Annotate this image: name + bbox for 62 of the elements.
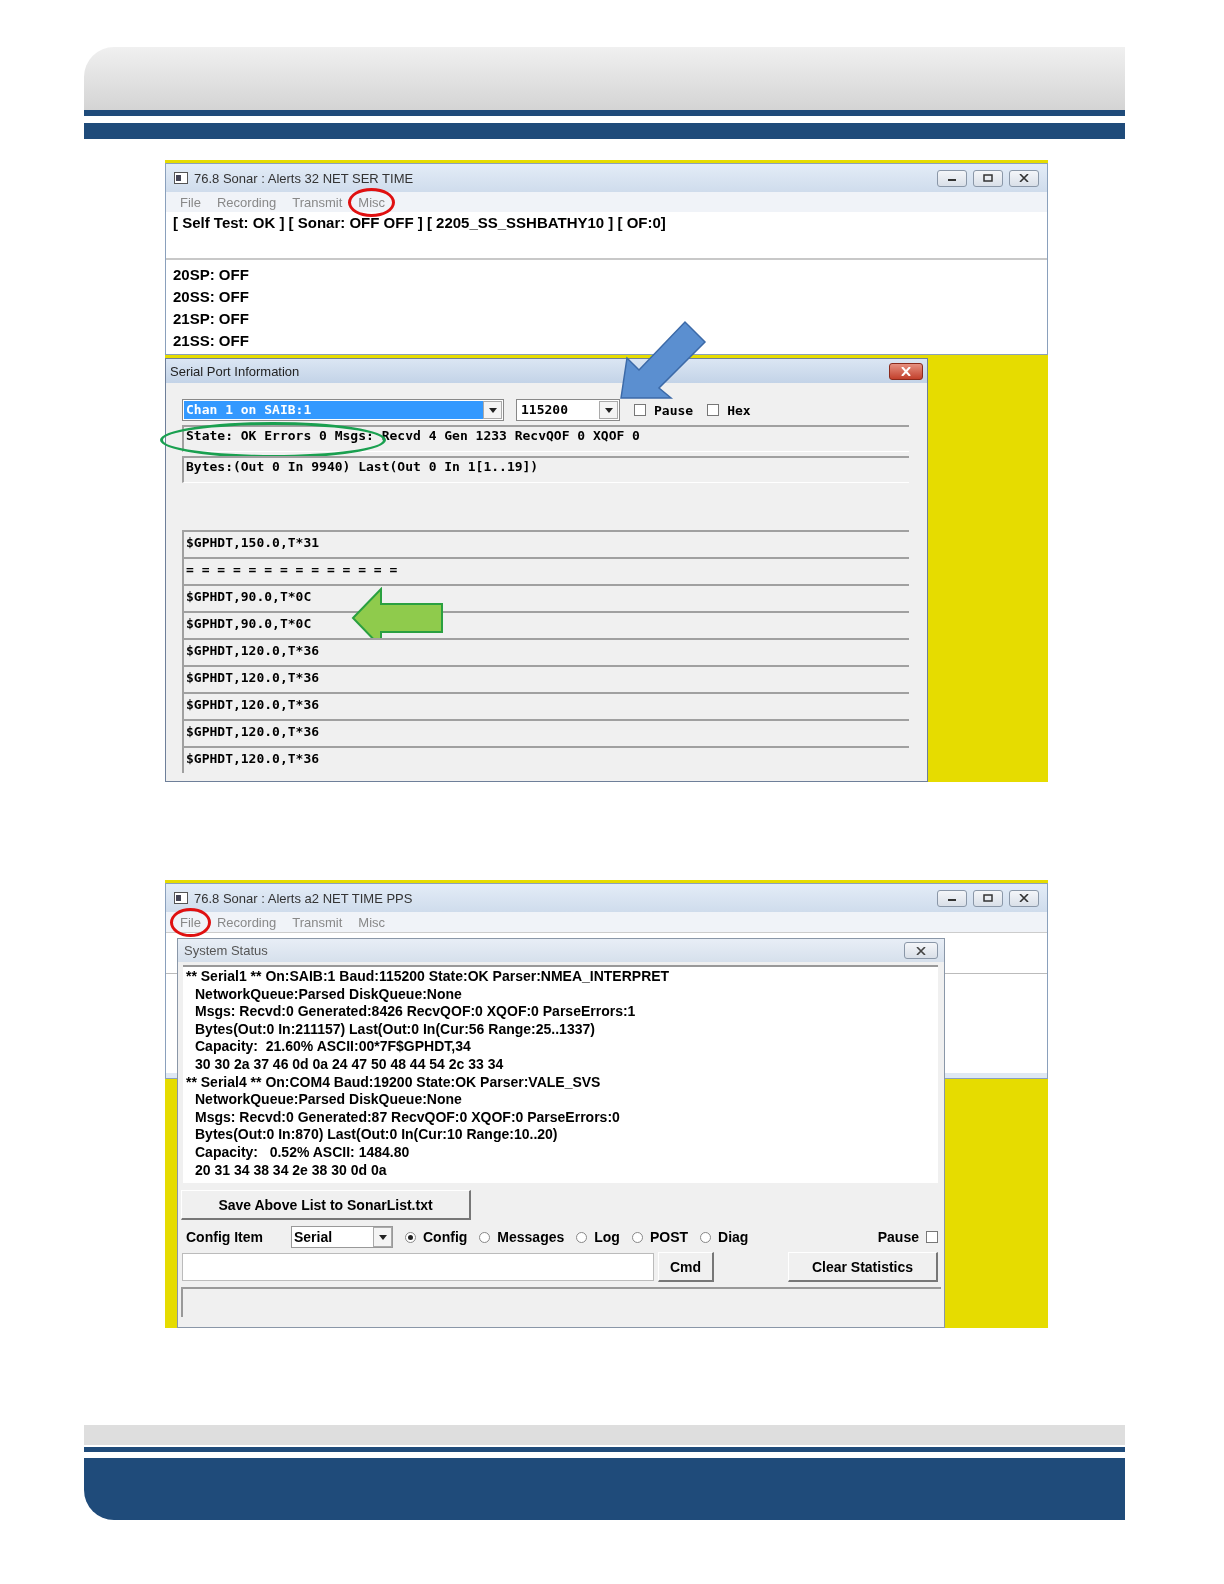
clear-button[interactable]: Clear Statistics xyxy=(788,1252,938,1282)
close-icon xyxy=(1019,174,1029,182)
config-dropdown[interactable]: Serial xyxy=(291,1226,393,1248)
close-button[interactable] xyxy=(889,362,923,380)
baud-dropdown[interactable]: 115200 xyxy=(516,399,620,421)
radio-button[interactable] xyxy=(479,1231,491,1243)
radio-option[interactable]: Messages xyxy=(479,1229,565,1245)
radio-option[interactable]: Config xyxy=(405,1229,468,1245)
dialog-title: System Status xyxy=(184,943,268,958)
message-text: $GPHDT,120.0,T*36 xyxy=(186,724,320,739)
radio-option[interactable]: POST xyxy=(631,1229,689,1245)
checkbox[interactable] xyxy=(926,1231,938,1243)
dialog-title: Serial Port Information xyxy=(170,363,300,379)
maximize-button[interactable] xyxy=(973,169,1003,187)
close-icon xyxy=(1019,894,1029,902)
radio-button[interactable] xyxy=(405,1231,416,1243)
caret-icon xyxy=(488,407,497,413)
close-button[interactable] xyxy=(1009,169,1039,187)
checkbox-label: Pause xyxy=(654,402,694,418)
status-text: 21SP: OFF xyxy=(173,309,250,329)
checkbox-label: Hex xyxy=(727,402,751,418)
checkbox[interactable] xyxy=(707,404,720,416)
close-button[interactable] xyxy=(904,942,938,959)
message-text: $GPHDT,150.0,T*31 xyxy=(186,535,320,550)
config-label: Config Item xyxy=(186,1229,264,1245)
caret-icon xyxy=(378,1234,387,1240)
message-text: $GPHDT,90.0,T*0C xyxy=(186,616,312,631)
info-text: State: OK Errors 0 Msgs: Recvd 4 Gen 1233 RecvQOF 0 XQOF 0 xyxy=(186,428,640,443)
status-text: 20SS: OFF xyxy=(173,287,250,307)
maximize-button[interactable] xyxy=(973,889,1003,907)
status-list: ** Serial1 ** On:SAIB:1 Baud:115200 State:OK Parser:NMEA_INTERPRET NetworkQueue:Parsed DiskQueue:None Msgs: Recvd:0 Generated:8426 RecvQOF:0 XQOF:0 ParseErrors:1 Bytes(Out:0 In:211157) Last(Out:0 In(Cur:56 Range:25..1337) Capacity: 21.60% ASCII:00*7F$GPHDT,34 30 30 2a 37 46 0d 0a 24 47 50 48 44 54 2c 33 34 ** Serial4 ** On:COM4 Baud:19200 State:OK Parser:VALE_SVS NetworkQueue:Parsed DiskQueue:None Msgs: Recvd:0 Generated:87 RecvQOF:0 XQOF:0 ParseErrors:0 Bytes(Out:0 In:870) Last(Out:0 In(Cur:10 Range:10..20) Capacity: 0.52% ASCII: 1484.80 20 31 34 38 34 2e 38 30 0d 0a xyxy=(183,965,938,1183)
radio-option[interactable]: Diag xyxy=(700,1229,749,1245)
info-text: Bytes:(Out 0 In 9940) Last(Out 0 In 1[1..19]) xyxy=(186,459,539,474)
caret-icon xyxy=(604,407,613,413)
maximize-icon xyxy=(983,174,993,182)
close-icon xyxy=(916,946,926,955)
save-button[interactable]: Save Above List to SonarList.txt xyxy=(181,1190,471,1220)
message-text: $GPHDT,120.0,T*36 xyxy=(186,670,320,685)
cmd-button[interactable]: Cmd xyxy=(658,1252,714,1282)
minimize-button[interactable] xyxy=(937,169,967,187)
minimize-button[interactable] xyxy=(937,889,967,907)
radio-option[interactable]: Log xyxy=(576,1229,620,1245)
window-title: 76.8 Sonar : Alerts 32 NET SER TIME xyxy=(194,170,415,186)
message-text: $GPHDT,120.0,T*36 xyxy=(186,751,320,766)
maximize-icon xyxy=(983,894,993,902)
window-title: 76.8 Sonar : Alerts a2 NET TIME PPS xyxy=(194,890,414,906)
status-text: 20SP: OFF xyxy=(173,265,250,285)
status-text: 21SS: OFF xyxy=(173,331,250,351)
message-text: $GPHDT,120.0,T*36 xyxy=(186,697,320,712)
radio-button[interactable] xyxy=(576,1231,588,1243)
window-icon xyxy=(174,172,188,184)
radio-button[interactable] xyxy=(631,1231,643,1243)
close-button[interactable] xyxy=(1009,889,1039,907)
checkbox-label: Pause xyxy=(877,1229,919,1245)
window-icon xyxy=(174,892,188,904)
close-icon xyxy=(901,366,911,376)
message-text: = = = = = = = = = = = = = = xyxy=(186,562,398,577)
checkbox[interactable] xyxy=(634,404,646,416)
radio-button[interactable] xyxy=(700,1231,712,1243)
message-text: $GPHDT,90.0,T*0C xyxy=(186,589,312,604)
message-text: $GPHDT,120.0,T*36 xyxy=(186,643,320,658)
command-field[interactable] xyxy=(182,1253,654,1281)
